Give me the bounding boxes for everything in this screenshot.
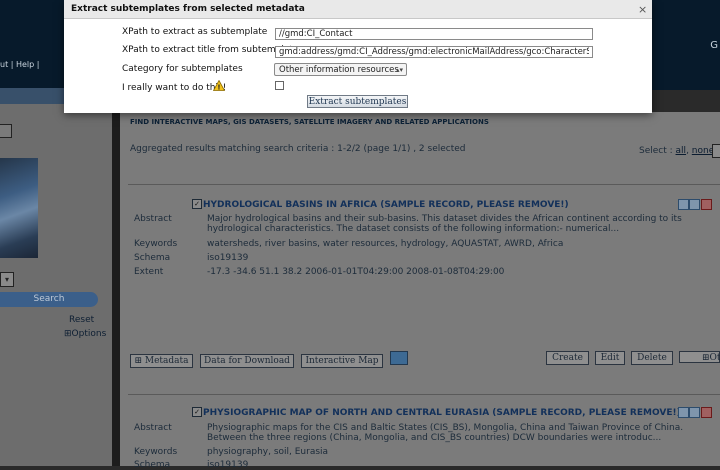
xpath-title-label: XPath to extract title from subtemplate	[122, 45, 299, 55]
select-links: Select : all, none	[639, 146, 714, 156]
map-preview-icon[interactable]	[390, 351, 408, 365]
sidebar-dropdown[interactable]: ▾	[0, 272, 14, 287]
record-title[interactable]: PHYSIOGRAPHIC MAP OF NORTH AND CENTRAL E…	[203, 408, 681, 418]
options-link[interactable]: ⊞Options	[64, 329, 106, 339]
results-headline: FIND INTERACTIVE MAPS, GIS DATASETS, SAT…	[130, 118, 489, 126]
schema-label: Schema	[134, 460, 171, 470]
select-all-link[interactable]: all	[676, 146, 687, 156]
extent-text: -17.3 -34.6 51.1 38.2 2006-01-01T04:29:0…	[207, 267, 505, 277]
category-select[interactable]: Other information resources ▴▾	[274, 63, 407, 76]
view-icon[interactable]	[678, 407, 689, 418]
delete-button[interactable]: Delete	[631, 351, 673, 365]
confirm-checkbox[interactable]	[275, 81, 284, 90]
plus-icon: ⊞	[64, 329, 72, 339]
select-dropdown[interactable]	[712, 144, 720, 158]
link-icon[interactable]	[689, 199, 700, 210]
plus-icon: ⊞	[702, 353, 710, 363]
xpath-extract-label: XPath to extract as subtemplate	[122, 27, 268, 37]
results-summary: Aggregated results matching search crite…	[130, 144, 466, 154]
schema-label: Schema	[134, 253, 171, 263]
dialog-title: Extract subtemplates from selected metad…	[71, 4, 305, 14]
pdf-icon[interactable]	[701, 407, 712, 418]
schema-text: iso19139	[207, 253, 249, 263]
confirm-label: I really want to do this!	[122, 83, 227, 93]
metadata-button[interactable]: ⊞ Metadata	[130, 354, 193, 368]
view-icon[interactable]	[678, 199, 689, 210]
pdf-icon[interactable]	[701, 199, 712, 210]
keywords-text: watersheds, river basins, water resource…	[207, 239, 564, 249]
link-icon[interactable]	[689, 407, 700, 418]
divider	[128, 394, 720, 395]
category-label: Category for subtemplates	[122, 64, 243, 74]
chevron-updown-icon: ▴▾	[395, 66, 403, 74]
xpath-extract-input[interactable]	[275, 28, 593, 40]
divider	[128, 184, 720, 185]
abstract-text: Physiographic maps for the CIS and Balti…	[207, 423, 684, 443]
data-download-button[interactable]: Data for Download	[200, 354, 294, 368]
abstract-text: Major hydrological basins and their sub-…	[207, 214, 682, 234]
metadata-button-label: Metadata	[144, 356, 189, 366]
sidebar-scrollbar[interactable]	[112, 90, 120, 466]
keywords-text: physiography, soil, Eurasia	[207, 447, 329, 457]
reset-link[interactable]: Reset	[69, 315, 94, 325]
extract-subtemplates-button[interactable]: Extract subtemplates	[307, 95, 408, 108]
top-right-label: G	[710, 40, 718, 51]
top-links[interactable]: ut | Help |	[0, 60, 39, 69]
interactive-map-button[interactable]: Interactive Map	[301, 354, 383, 368]
edit-button[interactable]: Edit	[595, 351, 625, 365]
xpath-title-input[interactable]	[275, 46, 593, 58]
extent-label: Extent	[134, 267, 164, 277]
svg-text:!: !	[217, 84, 220, 92]
record-title[interactable]: HYDROLOGICAL BASINS IN AFRICA (SAMPLE RE…	[203, 200, 569, 210]
select-label: Select :	[639, 146, 676, 156]
abstract-label: Abstract	[134, 214, 172, 224]
sidebar	[0, 90, 112, 466]
create-button[interactable]: Create	[546, 351, 589, 365]
other-actions-label: Ot	[709, 353, 720, 363]
record-checkbox[interactable]: ✓	[192, 199, 202, 209]
keywords-label: Keywords	[134, 447, 178, 457]
sidebar-input[interactable]	[0, 124, 12, 138]
other-actions-button[interactable]: ⊞Ot	[679, 351, 720, 363]
abstract-label: Abstract	[134, 423, 172, 433]
search-button[interactable]: Search	[0, 292, 98, 307]
close-icon[interactable]: ×	[638, 3, 647, 16]
plus-icon: ⊞	[134, 356, 143, 366]
keywords-label: Keywords	[134, 239, 178, 249]
warning-icon: !	[213, 80, 225, 91]
select-none-link[interactable]: none	[692, 146, 714, 156]
schema-text: iso19139	[207, 460, 249, 470]
category-select-value: Other information resources	[279, 65, 399, 75]
earth-map-thumbnail[interactable]	[0, 158, 38, 258]
record-checkbox[interactable]: ✓	[192, 407, 202, 417]
options-label: Options	[71, 329, 107, 339]
